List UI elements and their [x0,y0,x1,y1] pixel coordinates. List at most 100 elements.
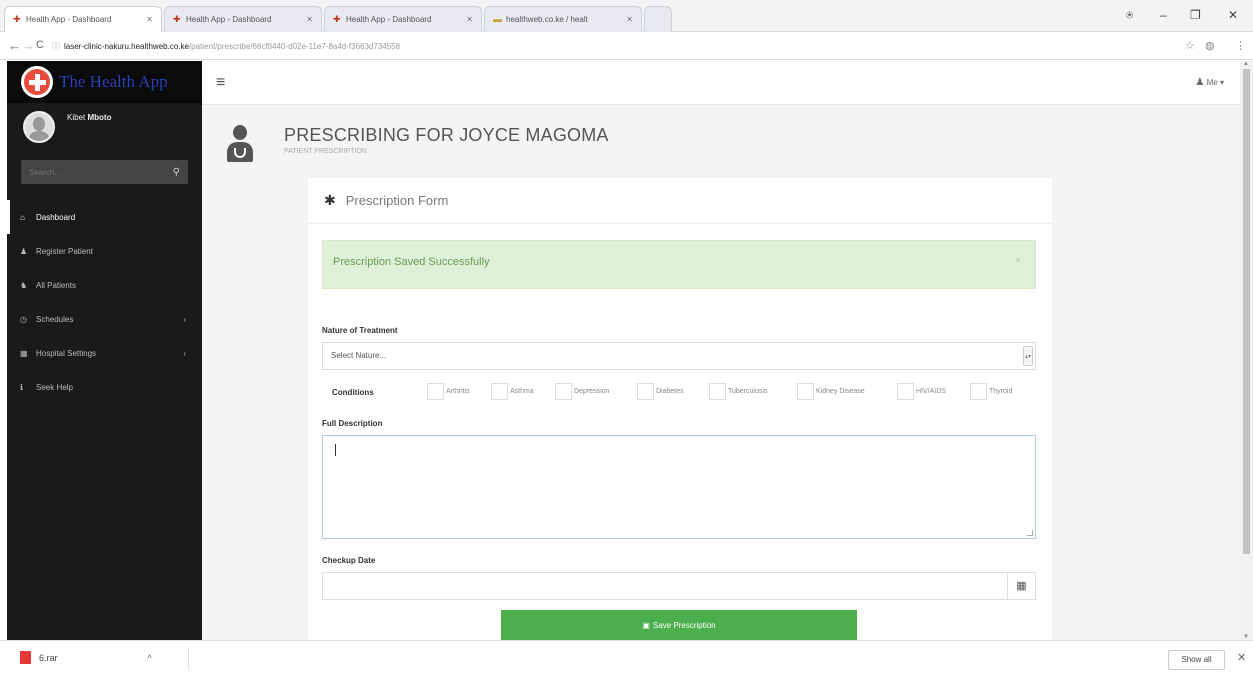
sidebar-item-all-patients[interactable]: ♞ All Patients [7,268,202,302]
health-app-favicon-icon: ✚ [173,14,181,24]
maximize-icon[interactable]: ❐ [1190,8,1201,22]
conditions-group: Conditions Arthritis Asthma Depression D… [322,383,1042,405]
condition-label: HIV/AIDS [916,388,946,395]
success-alert: Prescription Saved Successfully × [322,240,1036,289]
prescription-form-panel: ✱ Prescription Form Prescription Saved S… [308,178,1052,640]
search-icon[interactable]: ⚲ [173,167,180,178]
condition-depression[interactable]: Depression [555,383,609,400]
home-icon: ⌂ [20,212,25,222]
top-navbar: ≡ ♟ Me ▾ [202,61,1240,105]
close-tab-icon[interactable]: ✕ [622,15,633,24]
close-tab-icon[interactable]: ✕ [142,15,153,24]
new-tab-button[interactable] [644,6,672,32]
sidebar-item-register-patient[interactable]: ♟ Register Patient [7,234,202,268]
close-tab-icon[interactable]: ✕ [302,15,313,24]
sidebar-item-seek-help[interactable]: ℹ Seek Help [7,370,202,404]
page-title: PRESCRIBING FOR JOYCE MAGOMA [284,125,609,145]
user-icon: ♟ [20,246,28,256]
sidebar-item-dashboard[interactable]: ⌂ Dashboard [7,200,202,234]
condition-label: Tuberculosis [728,388,768,395]
sidebar-item-hospital-settings[interactable]: ▦ Hospital Settings ‹ [7,336,202,370]
hamburger-menu-icon[interactable]: ≡ [216,74,225,92]
checkbox[interactable] [555,383,572,400]
show-all-button[interactable]: Show all [1168,650,1225,670]
extension-icon[interactable]: ◍ [1205,39,1215,52]
url-field[interactable]: ⓘ laser-clinic-nakuru.healthweb.co.ke/pat… [52,37,1162,56]
star-icon[interactable]: ☆ [1185,39,1195,52]
red-cross-logo-icon [21,66,53,98]
caret-down-icon: ▾ [1219,78,1224,87]
menu-icon[interactable]: ⋮ [1235,39,1246,52]
browser-tab-bar: ✚ Health App - Dashboard ✕ ✚ Health App … [0,0,1253,32]
condition-thyroid[interactable]: Thyroid [970,383,1012,400]
minimize-icon[interactable]: – [1160,8,1167,22]
doctor-icon [226,125,254,163]
nature-of-treatment-select[interactable]: Select Nature... ▴▾ [322,342,1036,370]
condition-arthritis[interactable]: Arthritis [427,383,470,400]
close-window-icon[interactable]: ✕ [1228,8,1238,22]
checkbox[interactable] [491,383,508,400]
back-icon[interactable]: ← [8,38,21,53]
main-content: PRESCRIBING FOR JOYCE MAGOMA PATIENT PRE… [202,105,1240,640]
browser-tab-2[interactable]: ✚ Health App - Dashboard ✕ [164,6,322,32]
checkbox[interactable] [797,383,814,400]
folder-favicon-icon: ▬ [493,14,502,24]
save-prescription-button[interactable]: ▣ Save Prescription [501,610,857,640]
sidebar-item-schedules[interactable]: ◷ Schedules ‹ [7,302,202,336]
url-path: /patient/prescribe/66cf8440-d02e-11e7-8a… [188,42,401,51]
forward-icon[interactable]: → [22,38,35,53]
me-label: Me [1206,78,1218,87]
close-tab-icon[interactable]: ✕ [462,15,473,24]
checkbox[interactable] [427,383,444,400]
user-menu[interactable]: ♟ Me ▾ [1195,77,1224,88]
condition-hiv-aids[interactable]: HIV/AIDS [897,383,946,400]
condition-asthma[interactable]: Asthma [491,383,534,400]
clock-icon: ◷ [20,314,27,324]
page-subtitle: PATIENT PRESCRIPTION [284,148,367,155]
scrollbar-thumb[interactable] [1243,69,1250,554]
user-profile: Kibet Mboto [7,103,202,151]
close-alert-icon[interactable]: × [1015,255,1021,266]
condition-kidney-disease[interactable]: Kidney Disease [797,383,865,400]
health-app-favicon-icon: ✚ [333,14,341,24]
brand[interactable]: The Health App [7,61,202,103]
chevron-up-icon[interactable]: ^ [148,653,152,663]
info-icon: ℹ [20,382,24,392]
close-downloads-icon[interactable]: ✕ [1237,651,1246,664]
browser-tab-3[interactable]: ✚ Health App - Dashboard ✕ [324,6,482,32]
tab-label: Health App - Dashboard [26,15,112,24]
calendar-icon[interactable]: ▦ [1007,573,1035,599]
chevron-down-icon: ▴▾ [1023,346,1033,366]
checkup-date-input[interactable]: ▦ [322,572,1036,600]
chevron-left-icon: ‹ [183,348,186,358]
archive-file-icon [20,651,31,664]
sidebar: The Health App Kibet Mboto ⚲ ⌂ Dashboard… [7,61,202,640]
checkbox[interactable] [709,383,726,400]
sidebar-search-input[interactable] [29,167,173,177]
checkbox[interactable] [970,383,987,400]
save-icon: ▣ [642,620,650,630]
browser-tab-4[interactable]: ▬ healthweb.co.ke / healt ✕ [484,6,642,32]
profile-icon[interactable]: ⍟ [1126,8,1133,23]
user-first-name: Kibet [67,113,86,122]
download-file-name: 6.rar [39,652,58,663]
sidebar-item-label: Seek Help [36,382,73,392]
download-item[interactable]: 6.rar ^ [20,651,152,664]
condition-tuberculosis[interactable]: Tuberculosis [709,383,767,400]
sidebar-item-label: All Patients [36,280,77,290]
info-icon[interactable]: ⓘ [52,42,60,51]
checkbox[interactable] [637,383,654,400]
building-icon: ▦ [20,348,28,358]
browser-tab-1[interactable]: ✚ Health App - Dashboard ✕ [4,6,162,32]
url-host: laser-clinic-nakuru.healthweb.co.ke [64,42,189,51]
sidebar-item-label: Register Patient [36,246,93,256]
condition-diabetes[interactable]: Diabetes [637,383,684,400]
resize-handle-icon[interactable] [1027,530,1033,536]
condition-label: Thyroid [989,388,1013,395]
checkbox[interactable] [897,383,914,400]
reload-icon[interactable]: C [36,39,44,51]
scroll-up-icon[interactable]: ▲ [1243,61,1249,67]
full-description-textarea[interactable] [322,435,1036,539]
user-last-name: Mboto [87,113,112,122]
page-scrollbar[interactable]: ▲ ▼ [1240,61,1253,640]
